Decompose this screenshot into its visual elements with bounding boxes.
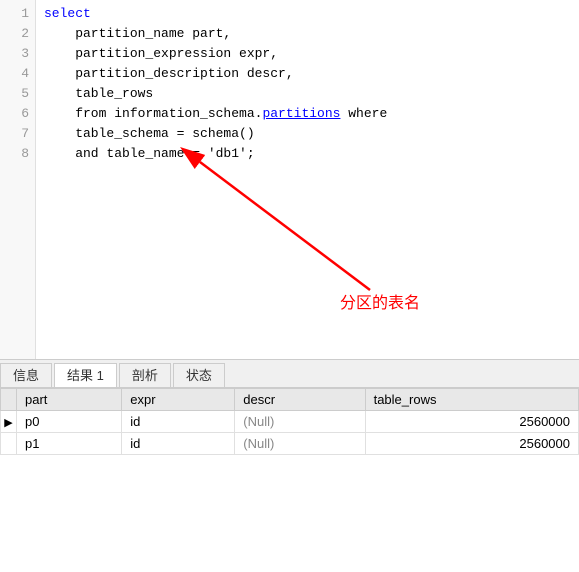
cell-rows-1: 2560000 bbox=[365, 411, 578, 433]
cell-expr-1: id bbox=[122, 411, 235, 433]
cell-part-1: p0 bbox=[17, 411, 122, 433]
cell-expr-2: id bbox=[122, 433, 235, 455]
results-table: part expr descr table_rows ▶ p0 id (Null… bbox=[0, 388, 579, 455]
keyword-select: select bbox=[44, 6, 91, 21]
line-num-6: 6 bbox=[21, 104, 29, 124]
line-num-8: 8 bbox=[21, 144, 29, 164]
link-partitions[interactable]: partitions bbox=[262, 106, 340, 121]
row-indicator-2 bbox=[1, 433, 17, 455]
code-line-3: partition_expression expr, bbox=[44, 44, 571, 64]
code-line-4: partition_description descr, bbox=[44, 64, 571, 84]
col-indicator bbox=[1, 389, 17, 411]
code-editor: 1 2 3 4 5 6 7 8 select partition_name pa… bbox=[0, 0, 579, 360]
results-area: part expr descr table_rows ▶ p0 id (Null… bbox=[0, 388, 579, 455]
cell-rows-2: 2560000 bbox=[365, 433, 578, 455]
tab-profile[interactable]: 剖析 bbox=[119, 363, 171, 387]
code-line-5: table_rows bbox=[44, 84, 571, 104]
table-row: p1 id (Null) 2560000 bbox=[1, 433, 579, 455]
cell-descr-1: (Null) bbox=[235, 411, 365, 433]
cell-part-2: p1 bbox=[17, 433, 122, 455]
table-row: ▶ p0 id (Null) 2560000 bbox=[1, 411, 579, 433]
tab-status[interactable]: 状态 bbox=[173, 363, 225, 387]
col-table-rows: table_rows bbox=[365, 389, 578, 411]
col-expr: expr bbox=[122, 389, 235, 411]
line-num-2: 2 bbox=[21, 24, 29, 44]
code-lines: select partition_name part, partition_ex… bbox=[36, 0, 579, 359]
line-num-7: 7 bbox=[21, 124, 29, 144]
row-indicator-1: ▶ bbox=[1, 411, 17, 433]
line-numbers: 1 2 3 4 5 6 7 8 bbox=[0, 0, 36, 359]
col-part: part bbox=[17, 389, 122, 411]
code-line-7: table_schema = schema() bbox=[44, 124, 571, 144]
code-line-1: select bbox=[44, 4, 571, 24]
table-header-row: part expr descr table_rows bbox=[1, 389, 579, 411]
code-line-2: partition_name part, bbox=[44, 24, 571, 44]
line-num-1: 1 bbox=[21, 4, 29, 24]
tabs-bar: 信息 结果 1 剖析 状态 bbox=[0, 360, 579, 388]
col-descr: descr bbox=[235, 389, 365, 411]
line-num-4: 4 bbox=[21, 64, 29, 84]
tab-result1[interactable]: 结果 1 bbox=[54, 363, 117, 387]
code-line-8: and table_name = 'db1'; bbox=[44, 144, 571, 164]
code-line-6: from information_schema.partitions where bbox=[44, 104, 571, 124]
cell-descr-2: (Null) bbox=[235, 433, 365, 455]
tab-info[interactable]: 信息 bbox=[0, 363, 52, 387]
line-num-5: 5 bbox=[21, 84, 29, 104]
line-num-3: 3 bbox=[21, 44, 29, 64]
